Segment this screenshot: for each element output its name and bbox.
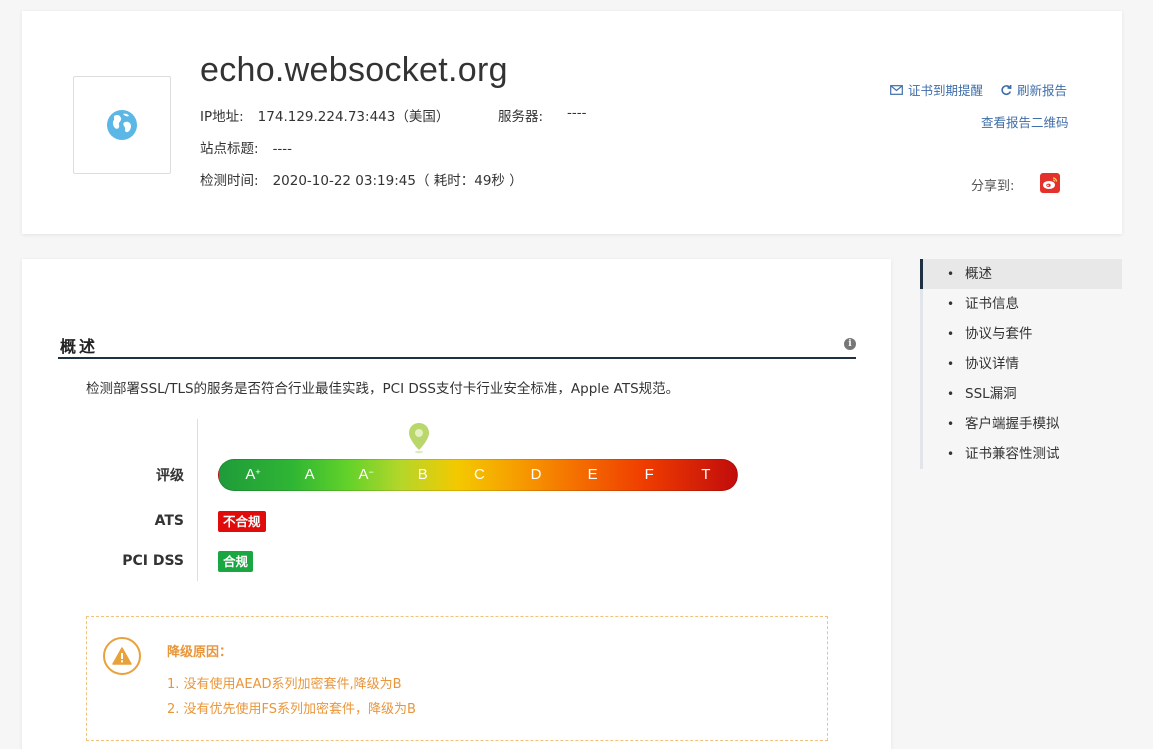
grade-letter-t: T: [701, 466, 711, 483]
grade-letter-c: C: [473, 466, 485, 483]
server-value: ----: [567, 105, 587, 121]
grade-letter-aminus: A−: [358, 466, 374, 483]
site-logo: [73, 76, 171, 174]
site-domain: echo.websocket.org: [200, 51, 508, 89]
grade-letter-b: B: [417, 466, 428, 483]
grade-letter-f: F: [644, 466, 654, 483]
pci-label: PCI DSS: [122, 553, 184, 569]
nav-item-cert-info[interactable]: 证书信息: [920, 289, 1122, 319]
view-qr-link[interactable]: 查看报告二维码: [981, 112, 1069, 131]
ip-value: 174.129.224.73:443（美国）: [257, 109, 450, 125]
refresh-icon: [1001, 84, 1012, 95]
nav-item-overview[interactable]: 概述: [920, 259, 1122, 289]
overview-card: 概述 i 检测部署SSL/TLS的服务是否符合行业最佳实践，PCI DSS支付卡…: [22, 259, 891, 749]
grade-letter-a: A: [304, 466, 315, 483]
downgrade-title: 降级原因：: [167, 645, 233, 660]
envelope-icon: [890, 84, 903, 95]
server-label: 服务器:: [498, 109, 544, 125]
rating-label: 评级: [156, 468, 184, 484]
site-title-row: 站点标题: ----: [200, 137, 292, 157]
warning-circle: [103, 637, 141, 675]
report-header: echo.websocket.org IP地址: 174.129.224.73:4…: [22, 11, 1122, 234]
weibo-icon: [1043, 177, 1058, 189]
nav-item-protocols-suites[interactable]: 协议与套件: [920, 319, 1122, 349]
grade-letter-aplus: A+: [245, 466, 261, 483]
refresh-report-label: 刷新报告: [1017, 83, 1068, 98]
grade-scale-bar: A+ A A− B C D E F T: [218, 459, 738, 491]
ats-status-badge: 不合规: [218, 511, 266, 532]
grade-letter-d: D: [530, 466, 542, 483]
downgrade-reason-item: 1. 没有使用AEAD系列加密套件,降级为B: [167, 677, 402, 692]
share-label: 分享到:: [971, 179, 1015, 194]
section-description: 检测部署SSL/TLS的服务是否符合行业最佳实践，PCI DSS支付卡行业安全标…: [86, 381, 680, 397]
label-divider: [197, 419, 198, 581]
section-title: 概述: [60, 337, 99, 356]
nav-item-protocol-details[interactable]: 协议详情: [920, 349, 1122, 379]
expiry-reminder-label: 证书到期提醒: [908, 83, 984, 98]
check-time-value: 2020-10-22 03:19:45（ 耗时：49秒 ）: [272, 173, 523, 189]
share-weibo-button[interactable]: [1040, 173, 1060, 193]
section-divider: [58, 357, 856, 359]
pci-status-badge: 合规: [218, 551, 254, 572]
site-title-value: ----: [272, 141, 293, 157]
refresh-report-link[interactable]: 刷新报告: [1000, 80, 1067, 99]
check-time-row: 检测时间: 2020-10-22 03:19:45（ 耗时：49秒 ）: [200, 169, 523, 189]
downgrade-reason-item: 2. 没有优先使用FS系列加密套件，降级为B: [167, 702, 416, 717]
ip-row: IP地址: 174.129.224.73:443（美国）: [200, 105, 449, 125]
nav-item-handshake-simulation[interactable]: 客户端握手模拟: [920, 409, 1122, 439]
site-title-label: 站点标题:: [200, 141, 259, 157]
globe-icon: [107, 110, 137, 140]
side-nav: 概述 证书信息 协议与套件 协议详情 SSL漏洞 客户端握手模拟 证书兼容性测试: [920, 259, 1122, 469]
grade-marker-icon: [409, 423, 429, 454]
ip-label: IP地址:: [200, 109, 244, 125]
expiry-reminder-link[interactable]: 证书到期提醒: [890, 80, 983, 99]
nav-item-ssl-vulnerabilities[interactable]: SSL漏洞: [920, 379, 1122, 409]
check-time-label: 检测时间:: [200, 173, 259, 189]
warning-icon: [112, 647, 132, 665]
nav-item-cert-compatibility[interactable]: 证书兼容性测试: [920, 439, 1122, 469]
ats-label: ATS: [154, 513, 184, 529]
grade-letter-e: E: [587, 466, 598, 483]
info-icon[interactable]: i: [844, 338, 856, 350]
downgrade-reason-box: 降级原因： 1. 没有使用AEAD系列加密套件,降级为B 2. 没有优先使用FS…: [86, 616, 828, 741]
